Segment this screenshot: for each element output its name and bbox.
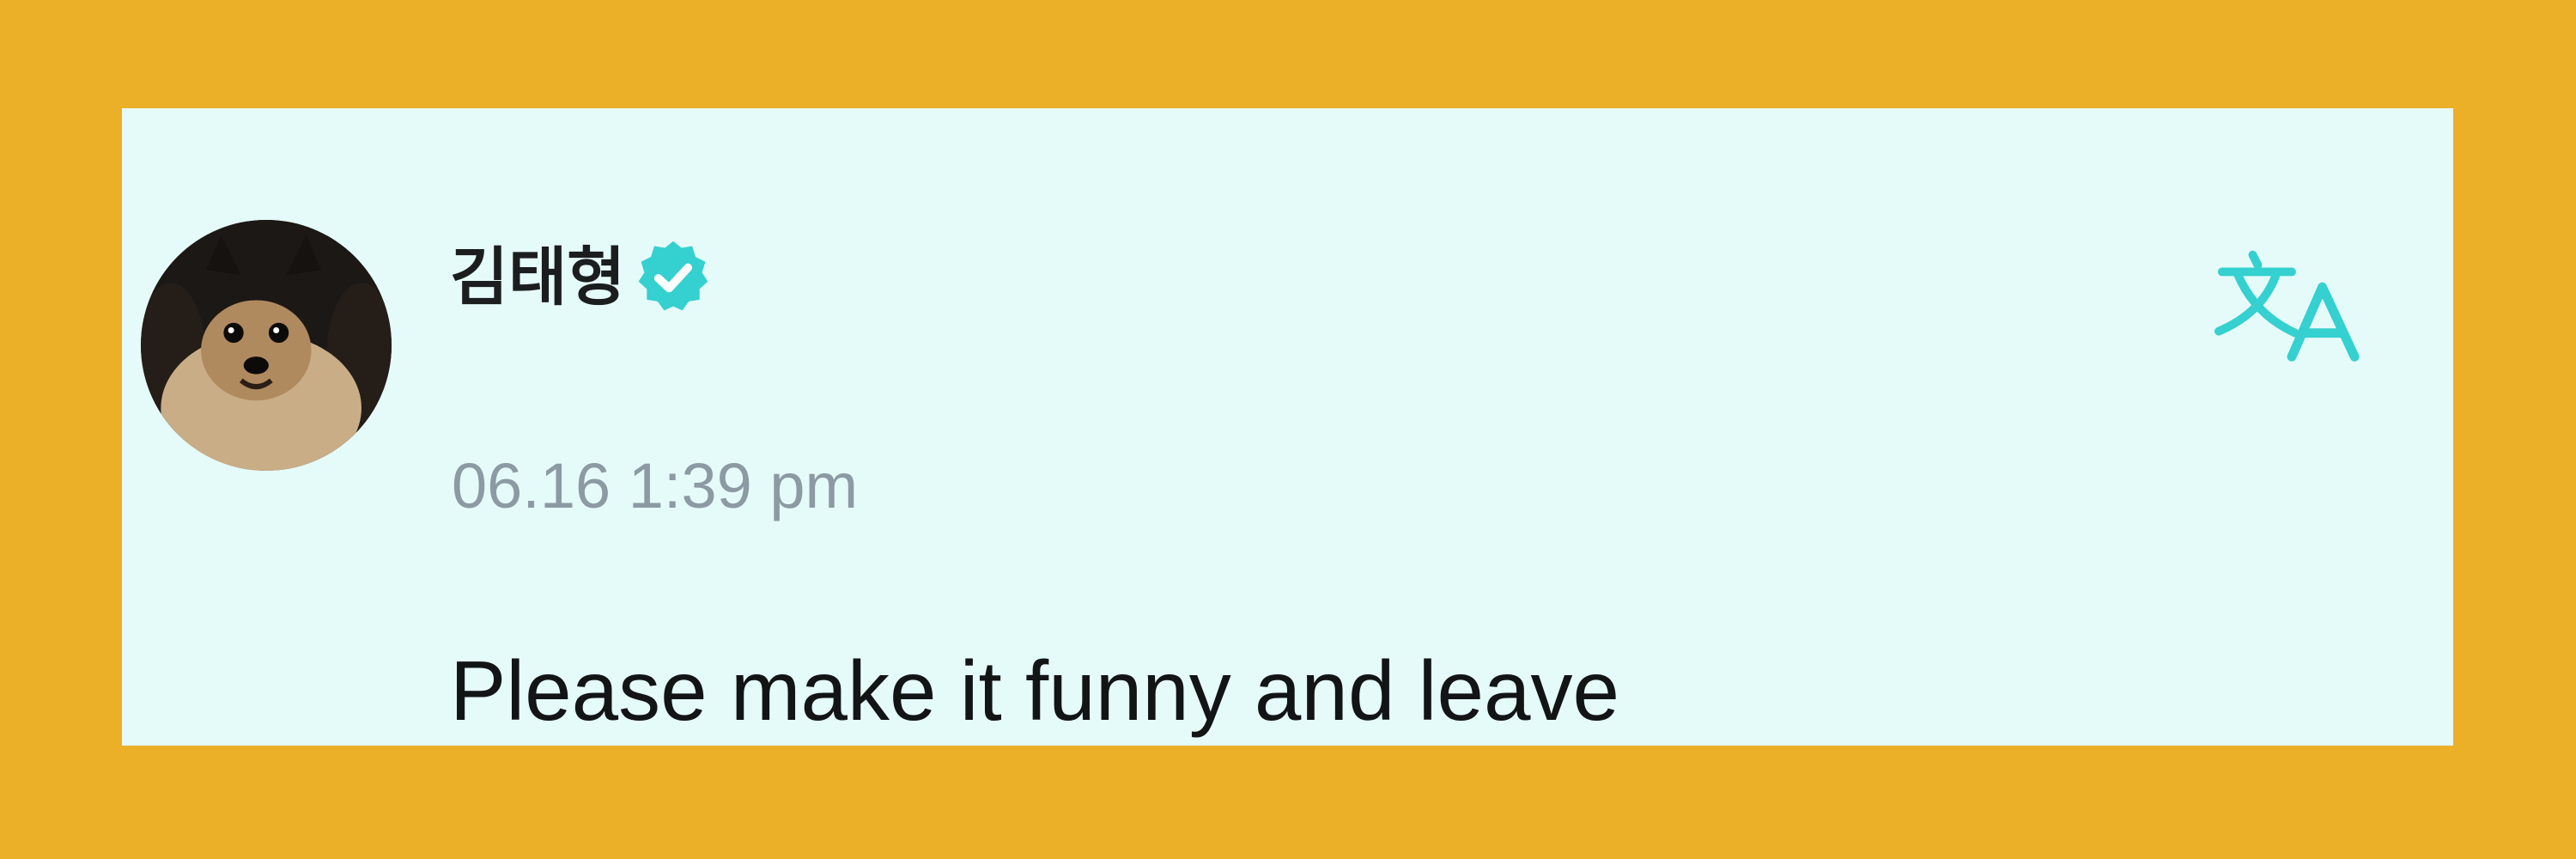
post-card: 김태형 06.16 1:39 pm Please make it funny a…: [122, 108, 2453, 746]
avatar-image: [141, 220, 392, 471]
post-timestamp: 06.16 1:39 pm: [452, 450, 859, 521]
avatar[interactable]: [141, 220, 392, 471]
verified-badge-icon: [638, 241, 708, 311]
translate-button[interactable]: [2214, 246, 2366, 366]
translate-icon: [2214, 250, 2360, 362]
post-text: Please make it funny and leave: [450, 643, 1619, 738]
author-row: 김태형: [450, 230, 714, 325]
author-name[interactable]: 김태형: [450, 246, 625, 309]
